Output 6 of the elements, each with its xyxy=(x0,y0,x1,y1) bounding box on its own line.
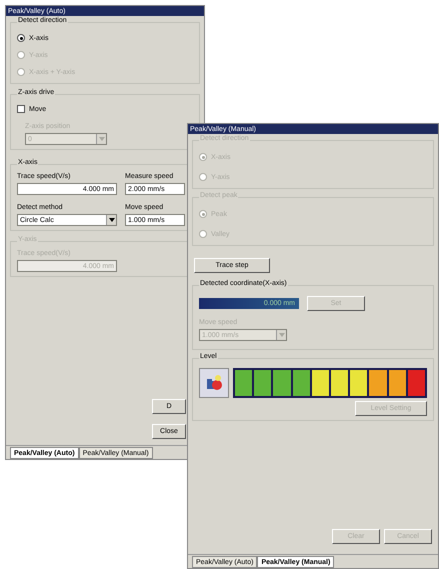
checkbox[interactable] xyxy=(17,105,25,113)
caret-icon xyxy=(108,218,114,222)
caret-icon xyxy=(98,137,104,141)
caret-icon xyxy=(278,333,284,337)
radio-button[interactable] xyxy=(17,34,25,42)
level-icon-button[interactable] xyxy=(199,368,229,398)
